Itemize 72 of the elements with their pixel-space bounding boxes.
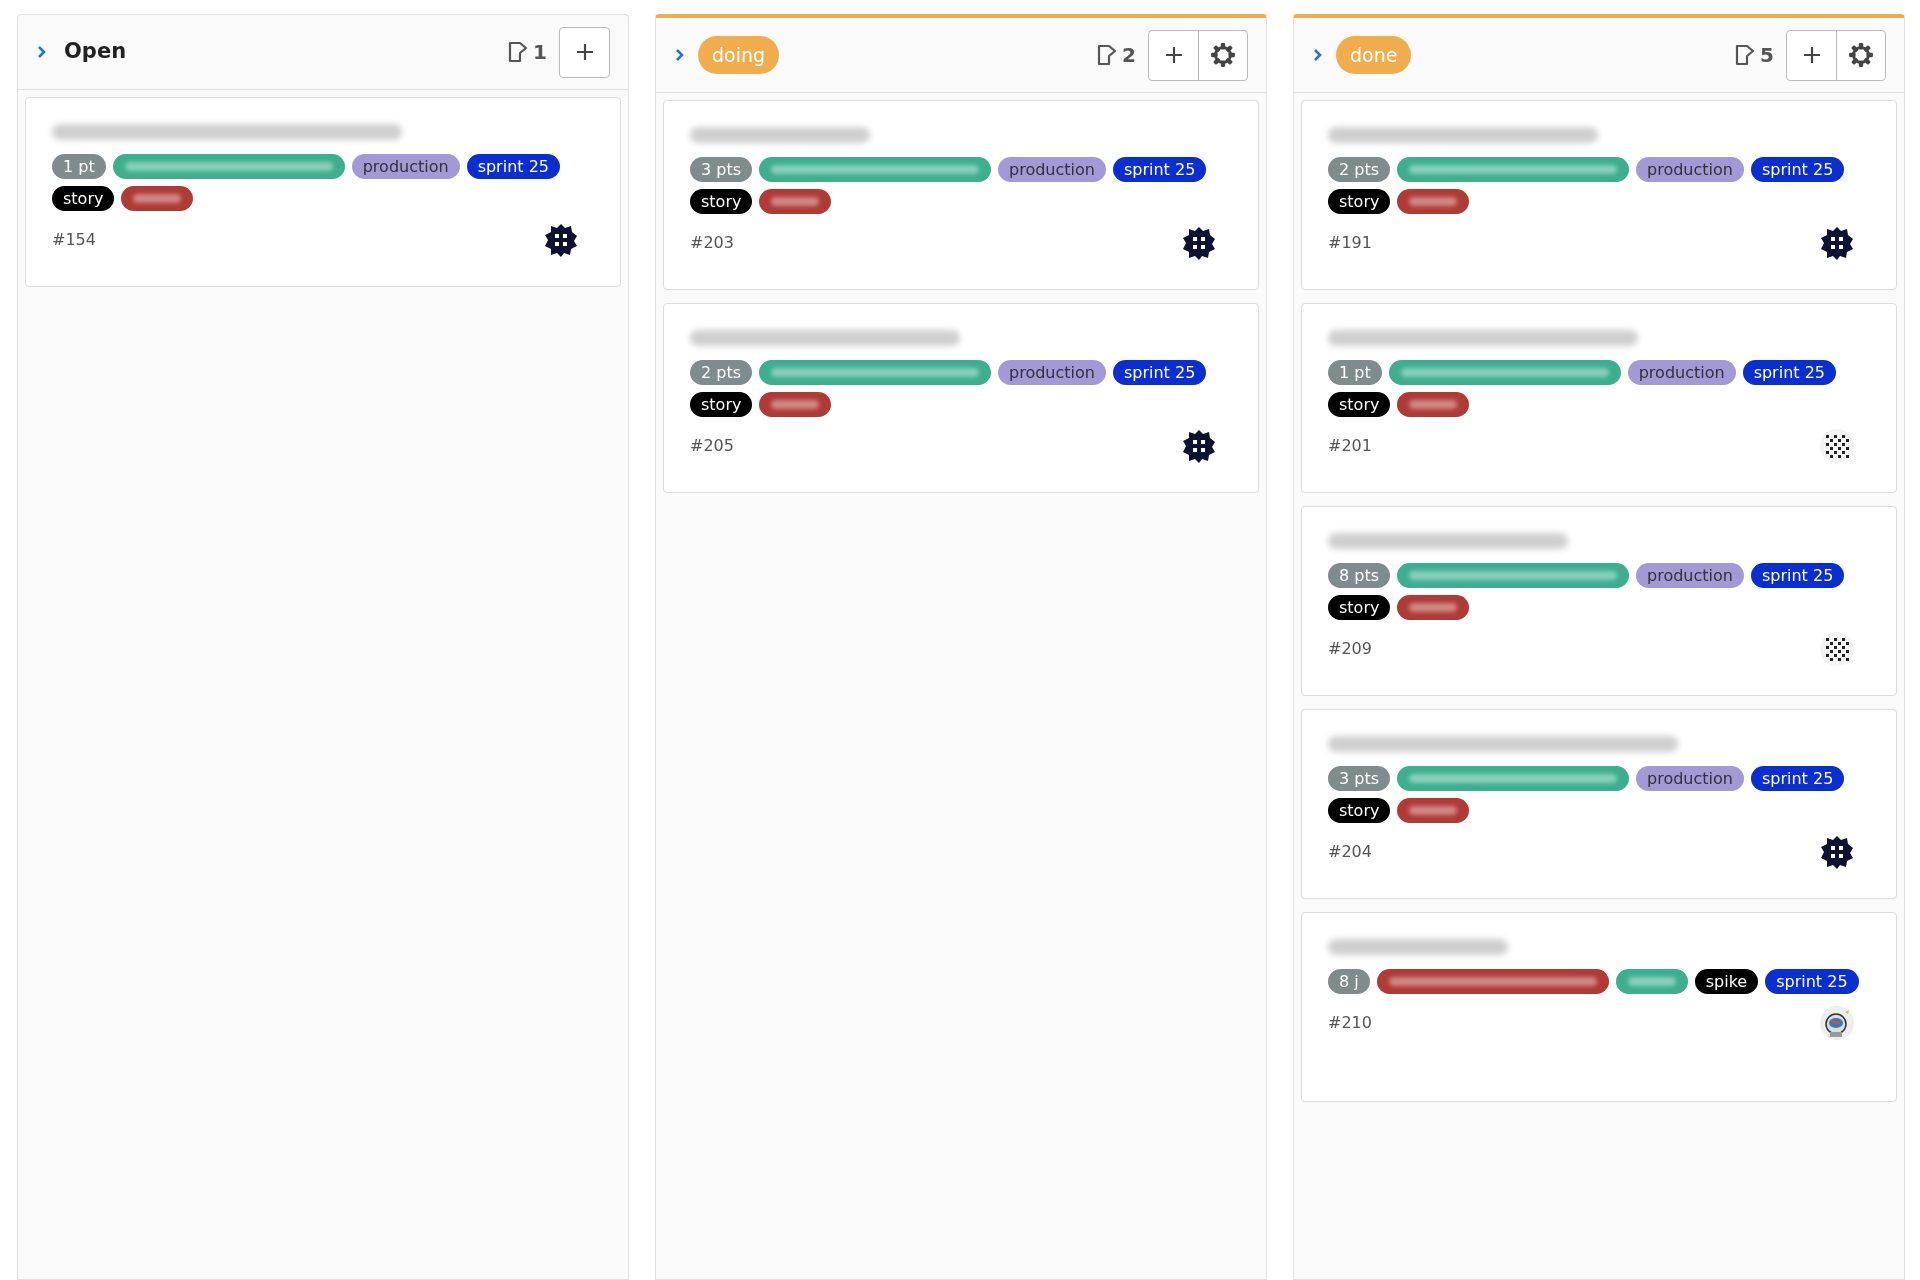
plus-icon: [1801, 45, 1822, 65]
task-card[interactable]: 3 pts production sprint 25 story #204: [1301, 709, 1897, 899]
expand-chevron-icon[interactable]: [674, 48, 686, 62]
card-count: 2: [1122, 42, 1136, 69]
tag-label: sprint 25: [1765, 969, 1859, 994]
column-status-badge: done: [1336, 35, 1412, 75]
plus-icon: [1163, 45, 1184, 65]
card-number: #191: [1328, 232, 1372, 254]
tag-label: production: [998, 157, 1106, 182]
avatar: [1818, 224, 1856, 262]
tag-label: sprint 25: [1112, 360, 1207, 385]
card-number: #209: [1328, 638, 1372, 660]
tag-label: story: [690, 189, 753, 214]
tag-label: sprint 25: [1750, 157, 1845, 182]
card-number: #204: [1328, 841, 1372, 863]
tag-label: sprint 25: [1742, 360, 1836, 385]
tag-label: 2 pts: [690, 360, 753, 385]
task-card[interactable]: 3 pts production sprint 25 story #203: [663, 100, 1259, 290]
avatar: [1180, 224, 1218, 262]
tag-label: 3 pts: [1328, 766, 1391, 791]
tag-label: production: [1636, 157, 1744, 182]
tag-label: sprint 25: [466, 154, 560, 179]
settings-icon: [1210, 42, 1236, 68]
tag-label: production: [998, 360, 1106, 385]
card-count-icon: [1734, 43, 1757, 67]
task-card[interactable]: 2 pts production sprint 25 story #191: [1301, 100, 1897, 290]
tag-label: 8 j: [1328, 969, 1370, 994]
tag-label: story: [52, 186, 115, 211]
task-card[interactable]: 8 pts production sprint 25 story #209: [1301, 506, 1897, 696]
avatar: [1180, 427, 1218, 465]
task-card[interactable]: 1 pt production sprint 25 story #201: [1301, 303, 1897, 493]
tag-label: story: [1328, 595, 1391, 620]
card-number: #205: [690, 435, 734, 457]
tag-label: story: [690, 392, 753, 417]
tag-label: sprint 25: [1112, 157, 1207, 182]
expand-chevron-icon[interactable]: [1312, 48, 1324, 62]
tag-label: sprint 25: [1750, 563, 1845, 588]
card-number: #210: [1328, 1012, 1372, 1034]
tag-label: story: [1328, 392, 1391, 417]
tag-label: production: [1627, 360, 1736, 385]
avatar: [542, 221, 580, 259]
avatar: [1818, 1004, 1856, 1042]
tag-label: 1 pt: [1328, 360, 1382, 385]
column-status-badge: doing: [698, 35, 780, 75]
card-count: 1: [533, 39, 547, 66]
task-card[interactable]: 1 pt production sprint 25 story #154: [25, 97, 621, 287]
card-count-icon: [507, 40, 530, 64]
avatar: [1818, 833, 1856, 871]
task-card[interactable]: 8 j spike sprint 25 #210: [1301, 912, 1897, 1102]
card-count: 5: [1760, 42, 1774, 69]
task-card[interactable]: 2 pts production sprint 25 story #205: [663, 303, 1259, 493]
avatar: [1818, 427, 1856, 465]
tag-label: production: [1636, 766, 1744, 791]
tag-label: 1 pt: [52, 154, 106, 179]
tag-label: 8 pts: [1328, 563, 1391, 588]
card-number: #154: [52, 229, 96, 251]
avatar: [1818, 630, 1856, 668]
tag-label: 2 pts: [1328, 157, 1391, 182]
tag-label: story: [1328, 798, 1391, 823]
settings-icon: [1848, 42, 1874, 68]
card-count-icon: [1096, 43, 1119, 67]
tag-label: 3 pts: [690, 157, 753, 182]
plus-icon: [574, 42, 595, 62]
tag-label: story: [1328, 189, 1391, 214]
column-title: Open: [64, 38, 127, 66]
card-number: #201: [1328, 435, 1372, 457]
card-number: #203: [690, 232, 734, 254]
expand-chevron-icon[interactable]: [36, 45, 48, 59]
tag-label: production: [351, 154, 460, 179]
tag-label: production: [1636, 563, 1744, 588]
tag-label: sprint 25: [1750, 766, 1845, 791]
tag-label: spike: [1694, 969, 1759, 994]
